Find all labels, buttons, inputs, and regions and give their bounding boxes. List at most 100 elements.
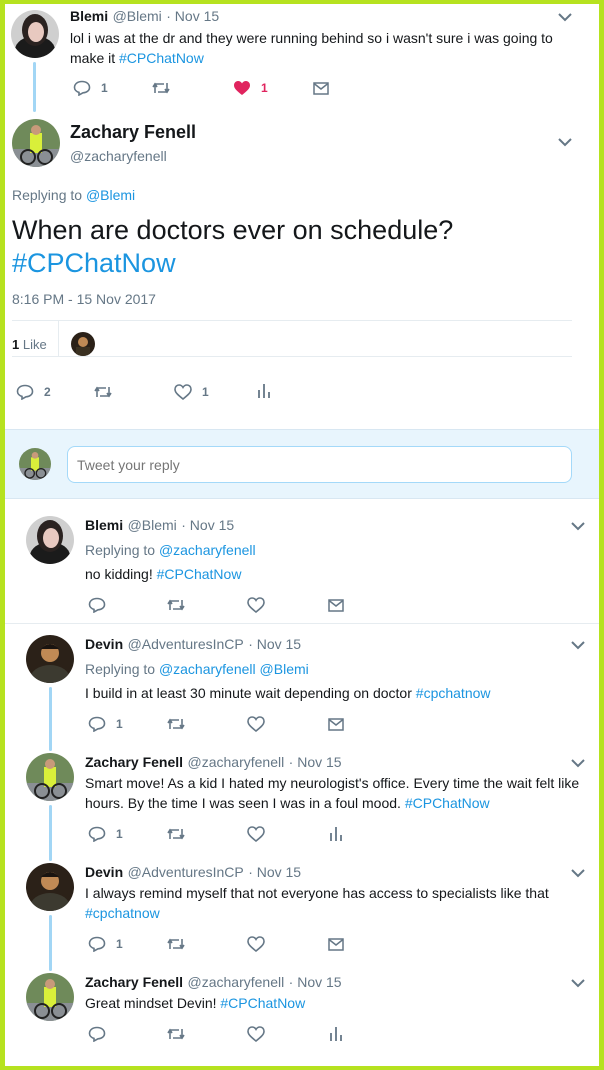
retweet-button[interactable]: [166, 937, 186, 951]
like-button[interactable]: [247, 716, 265, 732]
chevron-down-icon[interactable]: [556, 135, 574, 149]
like-button[interactable]: 1: [174, 384, 209, 400]
main-tweet-text: When are doctors ever on schedule? #CPCh…: [12, 214, 572, 280]
reply-button[interactable]: 1: [73, 80, 108, 96]
author-handle[interactable]: @zacharyfenell: [188, 754, 285, 770]
message-icon: [328, 718, 344, 731]
like-button[interactable]: [247, 1026, 265, 1042]
chevron-down-icon[interactable]: [569, 976, 587, 990]
tweet-text: no kidding! #CPChatNow: [85, 564, 241, 584]
tweet-thread-frame: Blemi @Blemi · Nov 15 lol i was at the d…: [5, 4, 599, 1066]
chevron-down-icon[interactable]: [569, 756, 587, 770]
author-handle[interactable]: @Blemi: [128, 517, 177, 533]
likes-summary[interactable]: 1 Like: [12, 337, 47, 352]
author-name[interactable]: Devin: [85, 636, 123, 652]
retweet-button[interactable]: [93, 385, 113, 399]
tweet-date[interactable]: · Nov 15: [248, 636, 301, 652]
like-button[interactable]: [247, 597, 265, 613]
retweet-button[interactable]: [166, 717, 186, 731]
tweet-text: lol i was at the dr and they were runnin…: [70, 28, 570, 68]
replying-prefix: Replying to: [12, 187, 83, 203]
analytics-button[interactable]: [257, 383, 271, 399]
avatar-blemi[interactable]: [11, 10, 59, 58]
tweet-body-line: Smart move! As a kid I hated my neurolog…: [85, 775, 580, 791]
analytics-button[interactable]: [329, 826, 343, 842]
hashtag-link[interactable]: #CPChatNow: [157, 566, 242, 582]
tweet-body-line: hours. By the time I was seen I was in a…: [85, 795, 401, 811]
analytics-icon: [258, 384, 270, 398]
author-name[interactable]: Zachary Fenell: [85, 754, 183, 770]
tweet-date[interactable]: · Nov 15: [166, 8, 219, 24]
analytics-icon: [330, 1027, 342, 1041]
retweet-button[interactable]: [166, 598, 186, 612]
hashtag-link[interactable]: #cpchatnow: [416, 685, 491, 701]
like-button[interactable]: [247, 936, 265, 952]
avatar-zachary[interactable]: [26, 753, 74, 801]
author-handle[interactable]: @zacharyfenell: [188, 974, 285, 990]
like-button[interactable]: [247, 826, 265, 842]
avatar-blemi[interactable]: [26, 516, 74, 564]
author-name[interactable]: Blemi: [85, 517, 123, 533]
divider: [12, 320, 572, 321]
reply-icon: [88, 716, 106, 732]
author-handle[interactable]: @AdventuresInCP: [128, 864, 244, 880]
hashtag-link[interactable]: #CPChatNow: [119, 50, 204, 66]
tweet-date[interactable]: · Nov 15: [289, 974, 342, 990]
avatar-zachary[interactable]: [12, 119, 60, 167]
replying-to-link[interactable]: @Blemi: [86, 187, 135, 203]
tweet-date[interactable]: · Nov 15: [289, 754, 342, 770]
reply-button[interactable]: 2: [16, 384, 51, 400]
avatar-devin[interactable]: [26, 635, 74, 683]
thread-line: [49, 687, 52, 751]
hashtag-link[interactable]: #cpchatnow: [85, 905, 160, 921]
message-button[interactable]: [328, 718, 344, 731]
reply-button[interactable]: 1: [88, 936, 123, 952]
message-button[interactable]: [328, 599, 344, 612]
replying-to: Replying to @zacharyfenell @Blemi: [85, 661, 309, 677]
reply-icon: [88, 1026, 106, 1042]
main-author-name[interactable]: Zachary Fenell: [70, 122, 196, 143]
author-name[interactable]: Blemi: [70, 8, 108, 24]
analytics-button[interactable]: [329, 1026, 343, 1042]
like-button[interactable]: 1: [233, 80, 268, 96]
reply-icon: [16, 384, 34, 400]
chevron-down-icon[interactable]: [569, 866, 587, 880]
tweet-reply-input[interactable]: [67, 446, 572, 483]
analytics-icon: [330, 827, 342, 841]
retweet-button[interactable]: [166, 827, 186, 841]
reply-button[interactable]: [88, 597, 106, 613]
hashtag-link[interactable]: #CPChatNow: [220, 995, 305, 1011]
likes-number: 1: [12, 337, 20, 352]
main-author-handle[interactable]: @zacharyfenell: [70, 148, 167, 164]
message-button[interactable]: [313, 82, 329, 95]
hashtag-link[interactable]: #CPChatNow: [405, 795, 490, 811]
tweet-date[interactable]: · Nov 15: [181, 517, 234, 533]
liker-avatar[interactable]: [71, 332, 95, 356]
chevron-down-icon[interactable]: [556, 10, 574, 24]
chevron-down-icon[interactable]: [569, 519, 587, 533]
replying-to: Replying to @Blemi: [12, 187, 135, 203]
retweet-button[interactable]: [151, 81, 171, 95]
replying-to-link[interactable]: @zacharyfenell @Blemi: [159, 661, 309, 677]
reply-button[interactable]: 1: [88, 826, 123, 842]
chevron-down-icon[interactable]: [569, 638, 587, 652]
hashtag-link[interactable]: #CPChatNow: [12, 247, 572, 280]
avatar-devin[interactable]: [26, 863, 74, 911]
main-timestamp[interactable]: 8:16 PM - 15 Nov 2017: [12, 291, 156, 307]
replying-to-link[interactable]: @zacharyfenell: [159, 542, 256, 558]
tweet-text: I always remind myself that not everyone…: [85, 883, 565, 923]
author-handle[interactable]: @Blemi: [113, 8, 162, 24]
retweet-icon: [167, 718, 185, 730]
retweet-icon: [167, 828, 185, 840]
reply-button[interactable]: [88, 1026, 106, 1042]
author-name[interactable]: Zachary Fenell: [85, 974, 183, 990]
tweet-date[interactable]: · Nov 15: [248, 864, 301, 880]
author-handle[interactable]: @AdventuresInCP: [128, 636, 244, 652]
avatar-zachary[interactable]: [26, 973, 74, 1021]
reply-button[interactable]: 1: [88, 716, 123, 732]
retweet-button[interactable]: [166, 1027, 186, 1041]
tweet-text: Great mindset Devin! #CPChatNow: [85, 993, 305, 1013]
author-name[interactable]: Devin: [85, 864, 123, 880]
message-button[interactable]: [328, 938, 344, 951]
reply-count: 1: [101, 81, 108, 95]
